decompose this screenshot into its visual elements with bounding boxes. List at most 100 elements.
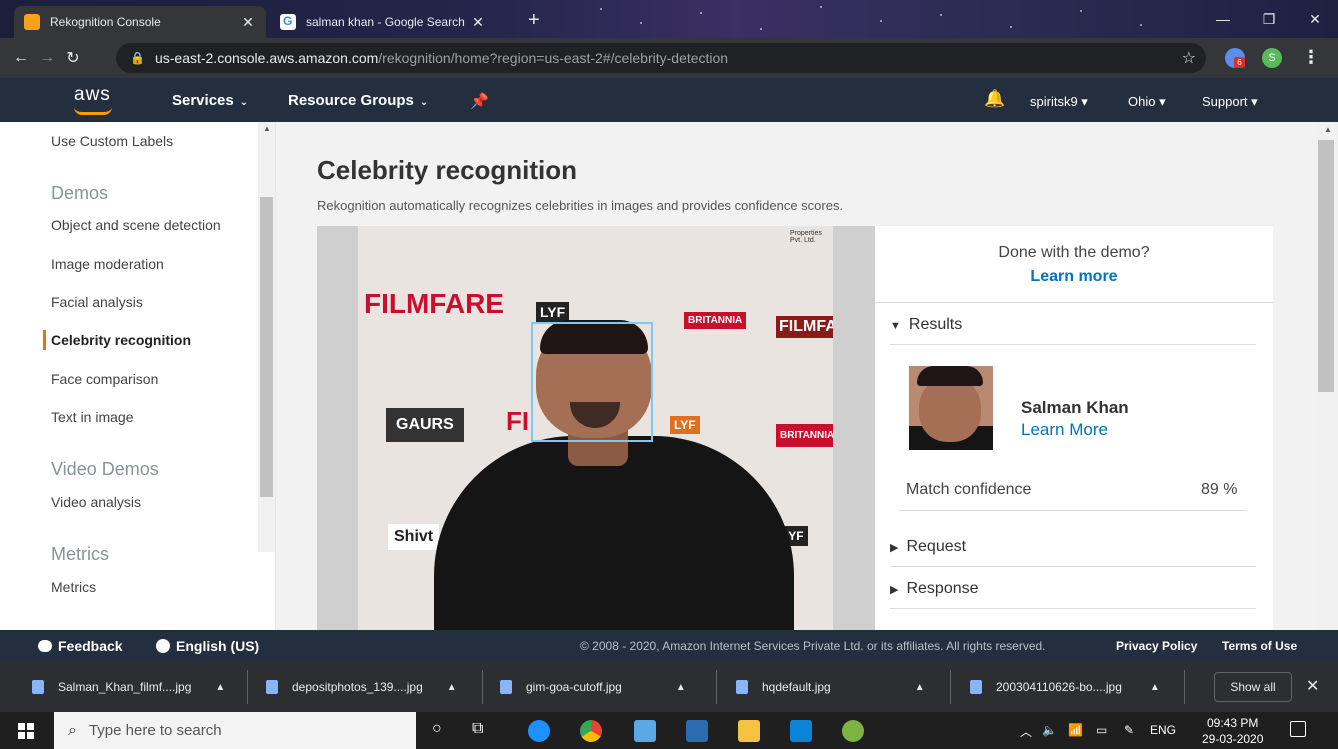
download-item[interactable]: gim-goa-cutoff.jpg ▲ xyxy=(500,662,686,712)
cortana-icon[interactable]: ○ xyxy=(432,720,442,738)
extension-icon[interactable]: 6 xyxy=(1225,48,1245,68)
sidebar-item-video-analysis[interactable]: Video analysis xyxy=(51,494,141,510)
tab-rekognition-console[interactable]: Rekognition Console ✕ xyxy=(14,6,266,38)
tab-title: salman khan - Google Search xyxy=(306,15,465,29)
image-panel: FILMFARE LYF BRITANNIA FILMFARE GAURS FI… xyxy=(317,226,875,630)
chevron-up-icon[interactable]: ︿ xyxy=(1020,723,1032,740)
scroll-up-icon[interactable]: ▲ xyxy=(1324,125,1332,134)
download-item[interactable]: depositphotos_139....jpg ▲ xyxy=(266,662,457,712)
windows-start-icon[interactable] xyxy=(18,723,34,739)
chevron-up-icon[interactable]: ▲ xyxy=(1150,682,1160,693)
face-bounding-box[interactable] xyxy=(531,322,653,442)
download-item[interactable]: 200304110626-bo....jpg ▲ xyxy=(970,662,1160,712)
browser-tab-strip: Rekognition Console ✕ salman khan - Goog… xyxy=(0,0,1338,38)
show-all-button[interactable]: Show all xyxy=(1214,672,1292,702)
region-label: Ohio xyxy=(1128,94,1156,109)
file-icon xyxy=(266,680,278,694)
search-icon: ⌕ xyxy=(68,721,77,739)
caret-down-icon: ▼ xyxy=(890,320,901,332)
sidebar-item-face-comparison[interactable]: Face comparison xyxy=(51,371,158,387)
close-tab-icon[interactable]: ✕ xyxy=(470,14,486,31)
tab-google-search[interactable]: salman khan - Google Search ✕ xyxy=(270,6,496,38)
sidebar-item-custom-labels[interactable]: Use Custom Labels xyxy=(51,133,173,149)
language-selector[interactable]: English (US) xyxy=(156,638,259,654)
close-tab-icon[interactable]: ✕ xyxy=(240,14,256,31)
maximize-button[interactable]: ❐ xyxy=(1246,0,1292,38)
address-bar[interactable]: 🔒 us-east-2.console.aws.amazon.com/rekog… xyxy=(116,43,1206,73)
battery-icon[interactable]: ▭ xyxy=(1096,723,1107,737)
aws-logo[interactable]: aws xyxy=(74,84,111,106)
bell-icon[interactable]: 🔔 xyxy=(984,89,1005,109)
active-indicator xyxy=(43,330,46,350)
language-label: English (US) xyxy=(176,638,260,654)
results-section-toggle[interactable]: ▼ Results xyxy=(890,316,1256,345)
services-menu[interactable]: Services ⌄ xyxy=(172,92,248,109)
profile-avatar[interactable]: S xyxy=(1262,48,1282,68)
results-label: Results xyxy=(908,316,963,333)
android-studio-icon[interactable] xyxy=(842,720,864,742)
close-icon[interactable]: ✕ xyxy=(1306,676,1319,696)
backdrop-text: FI xyxy=(506,406,530,436)
task-view-icon[interactable]: ⧉ xyxy=(472,720,483,738)
scroll-thumb[interactable] xyxy=(1318,140,1334,392)
notification-icon[interactable] xyxy=(1290,721,1306,737)
services-label: Services xyxy=(172,92,234,109)
bookmark-star-icon[interactable]: ☆ xyxy=(1182,48,1196,68)
resource-groups-menu[interactable]: Resource Groups ⌄ xyxy=(288,92,428,109)
divider xyxy=(899,510,1247,511)
sidebar-scrollbar[interactable]: ▲ xyxy=(258,122,275,552)
sidebar-item-image-moderation[interactable]: Image moderation xyxy=(51,256,164,272)
response-section-toggle[interactable]: ▶ Response xyxy=(890,580,1256,609)
app-icon[interactable] xyxy=(634,720,656,742)
app-icon[interactable] xyxy=(686,720,708,742)
search-placeholder: Type here to search xyxy=(88,722,222,739)
new-tab-button[interactable]: + xyxy=(528,9,540,32)
sidebar-item-celebrity-recognition[interactable]: Celebrity recognition xyxy=(51,332,191,348)
backdrop-text: BRITANNIA xyxy=(684,312,747,329)
privacy-policy-link[interactable]: Privacy Policy xyxy=(1116,639,1197,653)
reload-icon[interactable]: ↻ xyxy=(60,48,86,68)
user-label: spiritsk9 xyxy=(1030,94,1078,109)
minimize-button[interactable]: — xyxy=(1200,0,1246,38)
taskbar-search[interactable]: ⌕ Type here to search xyxy=(54,712,416,749)
terms-of-use-link[interactable]: Terms of Use xyxy=(1222,639,1297,653)
learn-more-link[interactable]: Learn more xyxy=(875,268,1273,286)
vscode-icon[interactable] xyxy=(790,720,812,742)
close-window-button[interactable]: ✕ xyxy=(1292,0,1338,38)
download-item[interactable]: hqdefault.jpg ▲ xyxy=(736,662,925,712)
sidebar-item-object-scene[interactable]: Object and scene detection xyxy=(51,217,221,233)
edge-icon[interactable] xyxy=(528,720,550,742)
sidebar-item-metrics[interactable]: Metrics xyxy=(51,579,96,595)
chevron-up-icon[interactable]: ▲ xyxy=(447,682,457,693)
region-menu[interactable]: Ohio ▾ xyxy=(1128,94,1166,110)
scroll-up-icon[interactable]: ▲ xyxy=(263,124,271,133)
divider xyxy=(247,670,248,704)
clock-time: 09:43 PM xyxy=(1207,716,1259,730)
chevron-up-icon[interactable]: ▲ xyxy=(676,682,686,693)
feedback-button[interactable]: Feedback xyxy=(38,638,123,654)
chevron-down-icon: ⌄ xyxy=(239,97,249,108)
browser-menu-icon[interactable]: ⋮ xyxy=(1302,47,1320,68)
main-scrollbar[interactable]: ▲ xyxy=(1316,122,1338,630)
language-indicator[interactable]: ENG xyxy=(1150,723,1176,737)
celebrity-learn-more-link[interactable]: Learn More xyxy=(1021,420,1108,440)
sidebar-item-text-in-image[interactable]: Text in image xyxy=(51,409,133,425)
chrome-icon[interactable] xyxy=(580,720,602,742)
support-menu[interactable]: Support ▾ xyxy=(1202,94,1258,110)
user-menu[interactable]: spiritsk9 ▾ xyxy=(1030,94,1088,110)
sidebar-item-facial-analysis[interactable]: Facial analysis xyxy=(51,294,143,310)
volume-icon[interactable]: 🔈 xyxy=(1042,723,1057,737)
clock[interactable]: 09:43 PM 29-03-2020 xyxy=(1202,715,1263,747)
request-section-toggle[interactable]: ▶ Request xyxy=(890,538,1256,567)
scroll-thumb[interactable] xyxy=(260,197,273,497)
wifi-icon[interactable]: 📶 xyxy=(1068,723,1083,737)
chevron-up-icon[interactable]: ▲ xyxy=(215,682,225,693)
file-explorer-icon[interactable] xyxy=(738,720,760,742)
forward-arrow-icon[interactable]: → xyxy=(34,49,60,67)
download-filename: 200304110626-bo....jpg xyxy=(996,680,1122,694)
back-arrow-icon[interactable]: ← xyxy=(8,49,34,67)
pin-icon[interactable]: 📌 xyxy=(470,92,489,110)
download-item[interactable]: Salman_Khan_filmf....jpg ▲ xyxy=(32,662,225,712)
pen-icon[interactable]: ✎ xyxy=(1124,723,1134,737)
chevron-up-icon[interactable]: ▲ xyxy=(915,682,925,693)
